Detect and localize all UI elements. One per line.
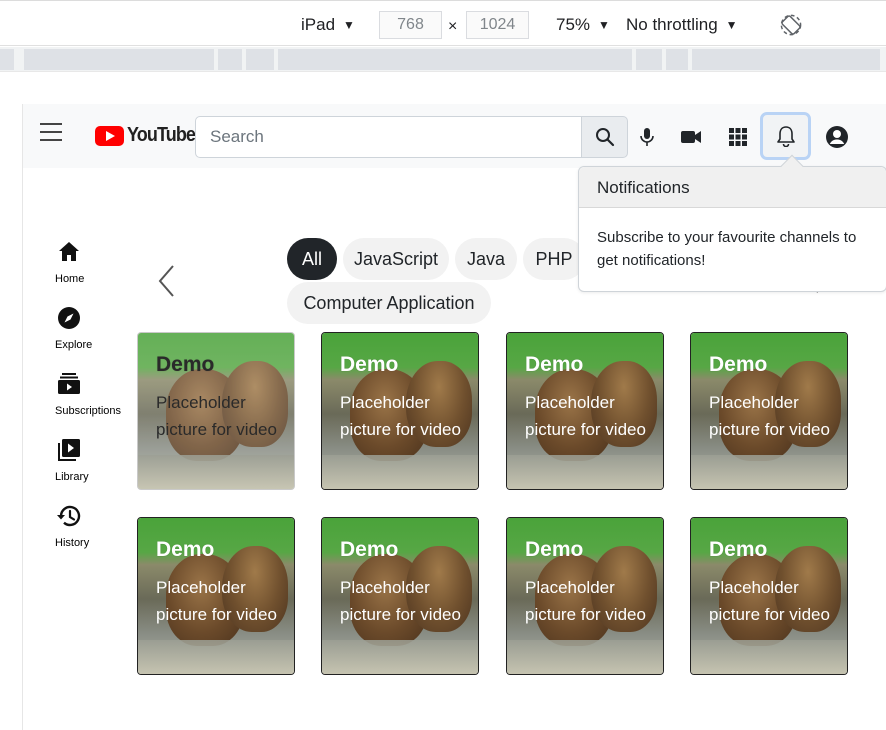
caret-down-icon: ▼ [598, 18, 610, 32]
thumbnail-water [691, 455, 847, 489]
devtools-device-toolbar: iPad ▼ 768 × 1024 75% ▼ No throttling ▼ [0, 0, 886, 46]
media-query-segment[interactable] [278, 49, 632, 70]
top-navbar: YouTube [23, 104, 886, 168]
video-card[interactable]: Demo Placeholder picture for video [137, 517, 295, 675]
search-button[interactable] [581, 116, 628, 158]
card-subtitle: Placeholder picture for video [525, 578, 646, 624]
width-field[interactable]: 768 [379, 11, 442, 39]
card-subtitle: Placeholder picture for video [156, 578, 277, 624]
rotate-icon[interactable] [780, 14, 802, 36]
sidebar-item-label: Home [55, 273, 85, 285]
video-card[interactable]: Demo Placeholder picture for video [690, 332, 848, 490]
chip-java[interactable]: Java [455, 238, 517, 280]
caret-down-icon: ▼ [343, 18, 355, 32]
thumbnail-water [507, 640, 663, 674]
subscriptions-icon [58, 373, 80, 394]
thumbnail-water [138, 455, 294, 489]
thumbnail-water [691, 640, 847, 674]
sidebar-item-subscriptions[interactable]: Subscriptions [41, 370, 125, 417]
zoom-label: 75% [556, 15, 591, 34]
card-title: Demo [340, 538, 399, 561]
media-query-segment[interactable] [246, 49, 274, 70]
card-subtitle: Placeholder picture for video [156, 393, 277, 439]
youtube-logo[interactable]: YouTube [95, 124, 203, 147]
chevron-left-icon[interactable] [157, 264, 177, 298]
card-subtitle: Placeholder picture for video [340, 578, 461, 624]
thumbnail-water [322, 640, 478, 674]
card-title: Demo [525, 538, 584, 561]
logo-text: YouTube [127, 124, 196, 146]
home-icon [59, 242, 79, 261]
apps-grid-icon[interactable] [725, 124, 751, 150]
card-subtitle: Placeholder picture for video [525, 393, 646, 439]
card-subtitle: Placeholder picture for video [340, 393, 461, 439]
card-title: Demo [156, 538, 215, 561]
thumbnail-water [138, 640, 294, 674]
sidebar-item-label: History [55, 537, 90, 549]
card-title: Demo [340, 353, 399, 376]
chip-all[interactable]: All [287, 238, 337, 280]
card-subtitle: Placeholder picture for video [709, 578, 830, 624]
search-icon [595, 128, 614, 147]
card-title: Demo [709, 538, 768, 561]
video-card[interactable]: Demo Placeholder picture for video [690, 517, 848, 675]
media-query-segment[interactable] [692, 49, 880, 70]
video-card[interactable]: Demo Placeholder picture for video [506, 517, 664, 675]
notifications-popover: Notifications Subscribe to your favourit… [578, 154, 886, 292]
card-subtitle: Placeholder picture for video [709, 393, 830, 439]
chip-javascript[interactable]: JavaScript [343, 238, 449, 280]
bell-icon [776, 126, 795, 147]
throttling-select[interactable]: No throttling ▼ [626, 15, 738, 35]
card-title: Demo [709, 353, 768, 376]
card-title: Demo [156, 353, 215, 376]
menu-icon[interactable] [40, 123, 62, 141]
sidebar-item-label: Explore [55, 339, 93, 351]
sidebar-item-label: Library [55, 471, 89, 483]
chip-computer-application[interactable]: Computer Application [287, 282, 491, 324]
play-logo-icon [95, 125, 124, 146]
popover-title: Notifications [579, 167, 886, 208]
sidebar-item-explore[interactable]: Explore [41, 304, 125, 351]
sidebar-item-home[interactable]: Home [41, 238, 125, 285]
search-input[interactable] [195, 116, 582, 158]
device-label: iPad [301, 15, 336, 34]
account-icon[interactable] [824, 124, 850, 150]
thumbnail-water [322, 455, 478, 489]
video-card[interactable]: Demo Placeholder picture for video [321, 517, 479, 675]
card-title: Demo [525, 353, 584, 376]
media-query-segment[interactable] [0, 49, 14, 70]
video-card[interactable]: Demo Placeholder picture for video [137, 332, 295, 490]
sidebar-item-history[interactable]: History [41, 502, 125, 549]
video-camera-icon[interactable] [678, 124, 704, 150]
sidebar-item-label: Subscriptions [55, 405, 122, 417]
media-query-segment[interactable] [218, 49, 242, 70]
sidebar-item-library[interactable]: Library [41, 436, 125, 483]
microphone-icon[interactable] [634, 124, 660, 150]
chip-php[interactable]: PHP [523, 238, 585, 280]
media-query-segment[interactable] [666, 49, 688, 70]
thumbnail-water [507, 455, 663, 489]
media-query-bar [0, 47, 886, 72]
video-card[interactable]: Demo Placeholder picture for video [506, 332, 664, 490]
height-field[interactable]: 1024 [466, 11, 529, 39]
library-icon [58, 439, 80, 461]
media-query-segment[interactable] [636, 49, 662, 70]
zoom-select[interactable]: 75% ▼ [556, 15, 610, 35]
popover-body: Subscribe to your favourite channels to … [597, 229, 857, 269]
video-card[interactable]: Demo Placeholder picture for video [321, 332, 479, 490]
throttling-label: No throttling [626, 15, 718, 34]
history-icon [57, 505, 81, 527]
dimension-separator: × [448, 18, 458, 35]
compass-icon [58, 307, 80, 329]
device-select[interactable]: iPad ▼ [301, 15, 355, 35]
notifications-button[interactable] [760, 112, 811, 160]
page-viewport: YouTube Home Explore [22, 104, 886, 730]
caret-down-icon: ▼ [725, 18, 738, 32]
media-query-segment[interactable] [24, 49, 214, 70]
